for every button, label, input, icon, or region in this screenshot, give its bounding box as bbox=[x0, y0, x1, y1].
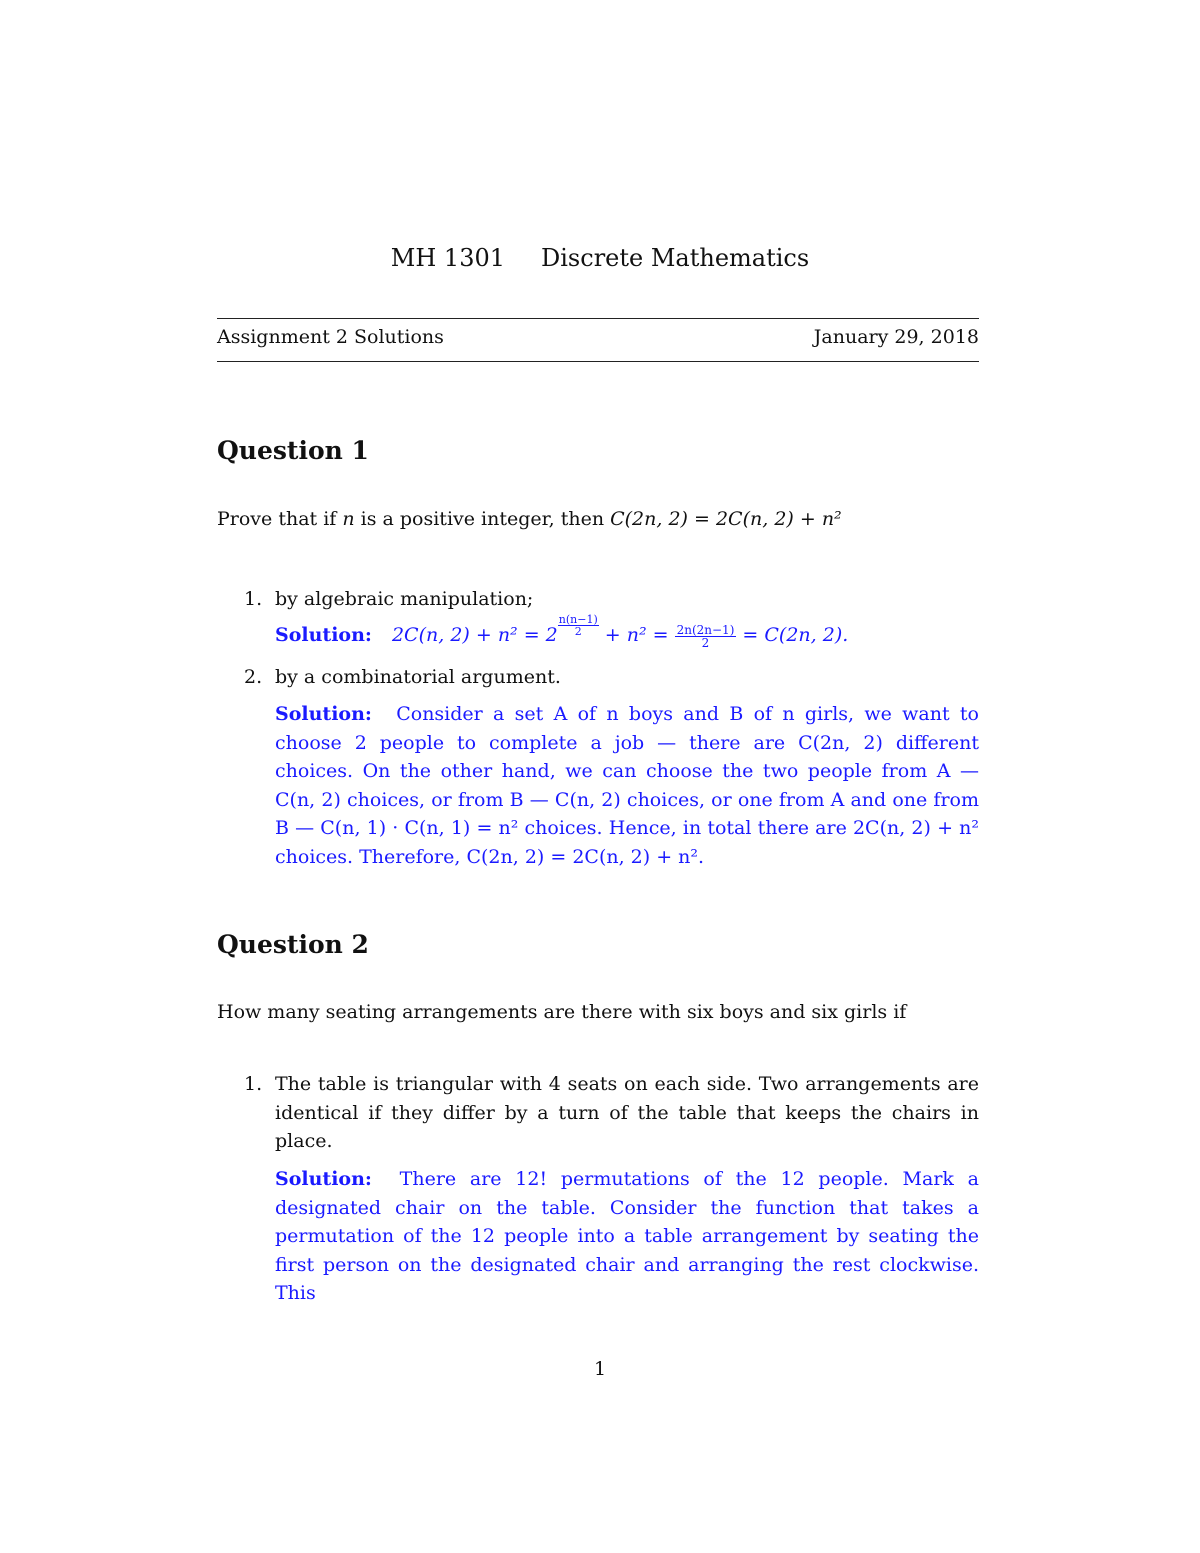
question-2-prompt: How many seating arrangements are there … bbox=[217, 1001, 907, 1023]
question-1-item-2-solution: Solution: Consider a set A of n boys and… bbox=[275, 700, 979, 871]
fraction-denominator: 2 bbox=[574, 625, 582, 638]
solution-label: Solution: bbox=[275, 624, 372, 646]
document-page: MH 1301 Discrete Mathematics Assignment 2… bbox=[0, 0, 1200, 1553]
doc-date: January 29, 2018 bbox=[813, 326, 979, 348]
question-1-item-2: 2. by a combinatorial argument. bbox=[244, 663, 979, 692]
solution-math: + n² = bbox=[598, 624, 675, 646]
item-text: by algebraic manipulation; bbox=[275, 588, 534, 610]
prompt-var: n bbox=[342, 508, 355, 530]
item-text: The table is triangular with 4 seats on … bbox=[275, 1073, 979, 1152]
item-number: 2. bbox=[244, 666, 263, 688]
prompt-text: is a positive integer, then bbox=[354, 508, 611, 530]
question-2-title: Question 2 bbox=[217, 930, 369, 959]
fraction-numerator: 2n(2n−1) bbox=[674, 622, 737, 637]
page-number: 1 bbox=[593, 1358, 607, 1380]
header-top-rule bbox=[217, 318, 979, 319]
question-1-prompt: Prove that if n is a positive integer, t… bbox=[217, 508, 979, 530]
header-bottom-rule bbox=[217, 361, 979, 362]
item-number: 1. bbox=[244, 588, 263, 610]
prompt-formula: C(2n, 2) = 2C(n, 2) + n² bbox=[610, 508, 842, 530]
question-2-item-1: 1. The table is triangular with 4 seats … bbox=[244, 1070, 979, 1156]
question-1-item-1-solution: Solution: 2C(n, 2) + n² = 2 n(n−1) 2 + n² … bbox=[275, 614, 979, 650]
exponent-fraction: n(n−1) 2 bbox=[557, 614, 599, 638]
prompt-text: Prove that if bbox=[217, 508, 343, 530]
item-number: 1. bbox=[244, 1073, 263, 1095]
solution-label: Solution: bbox=[275, 1168, 372, 1190]
solution-label: Solution: bbox=[275, 703, 372, 725]
course-heading: MH 1301 Discrete Mathematics bbox=[0, 244, 1200, 272]
solution-fraction: 2n(2n−1) 2 bbox=[674, 622, 737, 650]
course-code: MH 1301 bbox=[390, 244, 506, 272]
question-2-item-1-solution: Solution: There are 12! permutations of … bbox=[275, 1165, 979, 1308]
solution-text: There are 12! permutations of the 12 peo… bbox=[275, 1168, 979, 1304]
doc-title: Assignment 2 Solutions bbox=[217, 326, 444, 348]
question-1-item-1: 1. by algebraic manipulation; bbox=[244, 585, 979, 614]
question-1-title: Question 1 bbox=[217, 436, 369, 465]
solution-math: = C(2n, 2). bbox=[736, 624, 849, 646]
course-title: Discrete Mathematics bbox=[541, 244, 810, 272]
solution-math: 2C(n, 2) + n² = 2 bbox=[391, 624, 558, 646]
header-row: Assignment 2 Solutions January 29, 2018 bbox=[217, 326, 979, 348]
fraction-denominator: 2 bbox=[701, 635, 710, 650]
solution-text: Consider a set A of n boys and B of n gi… bbox=[275, 703, 979, 868]
item-text: by a combinatorial argument. bbox=[275, 666, 561, 688]
